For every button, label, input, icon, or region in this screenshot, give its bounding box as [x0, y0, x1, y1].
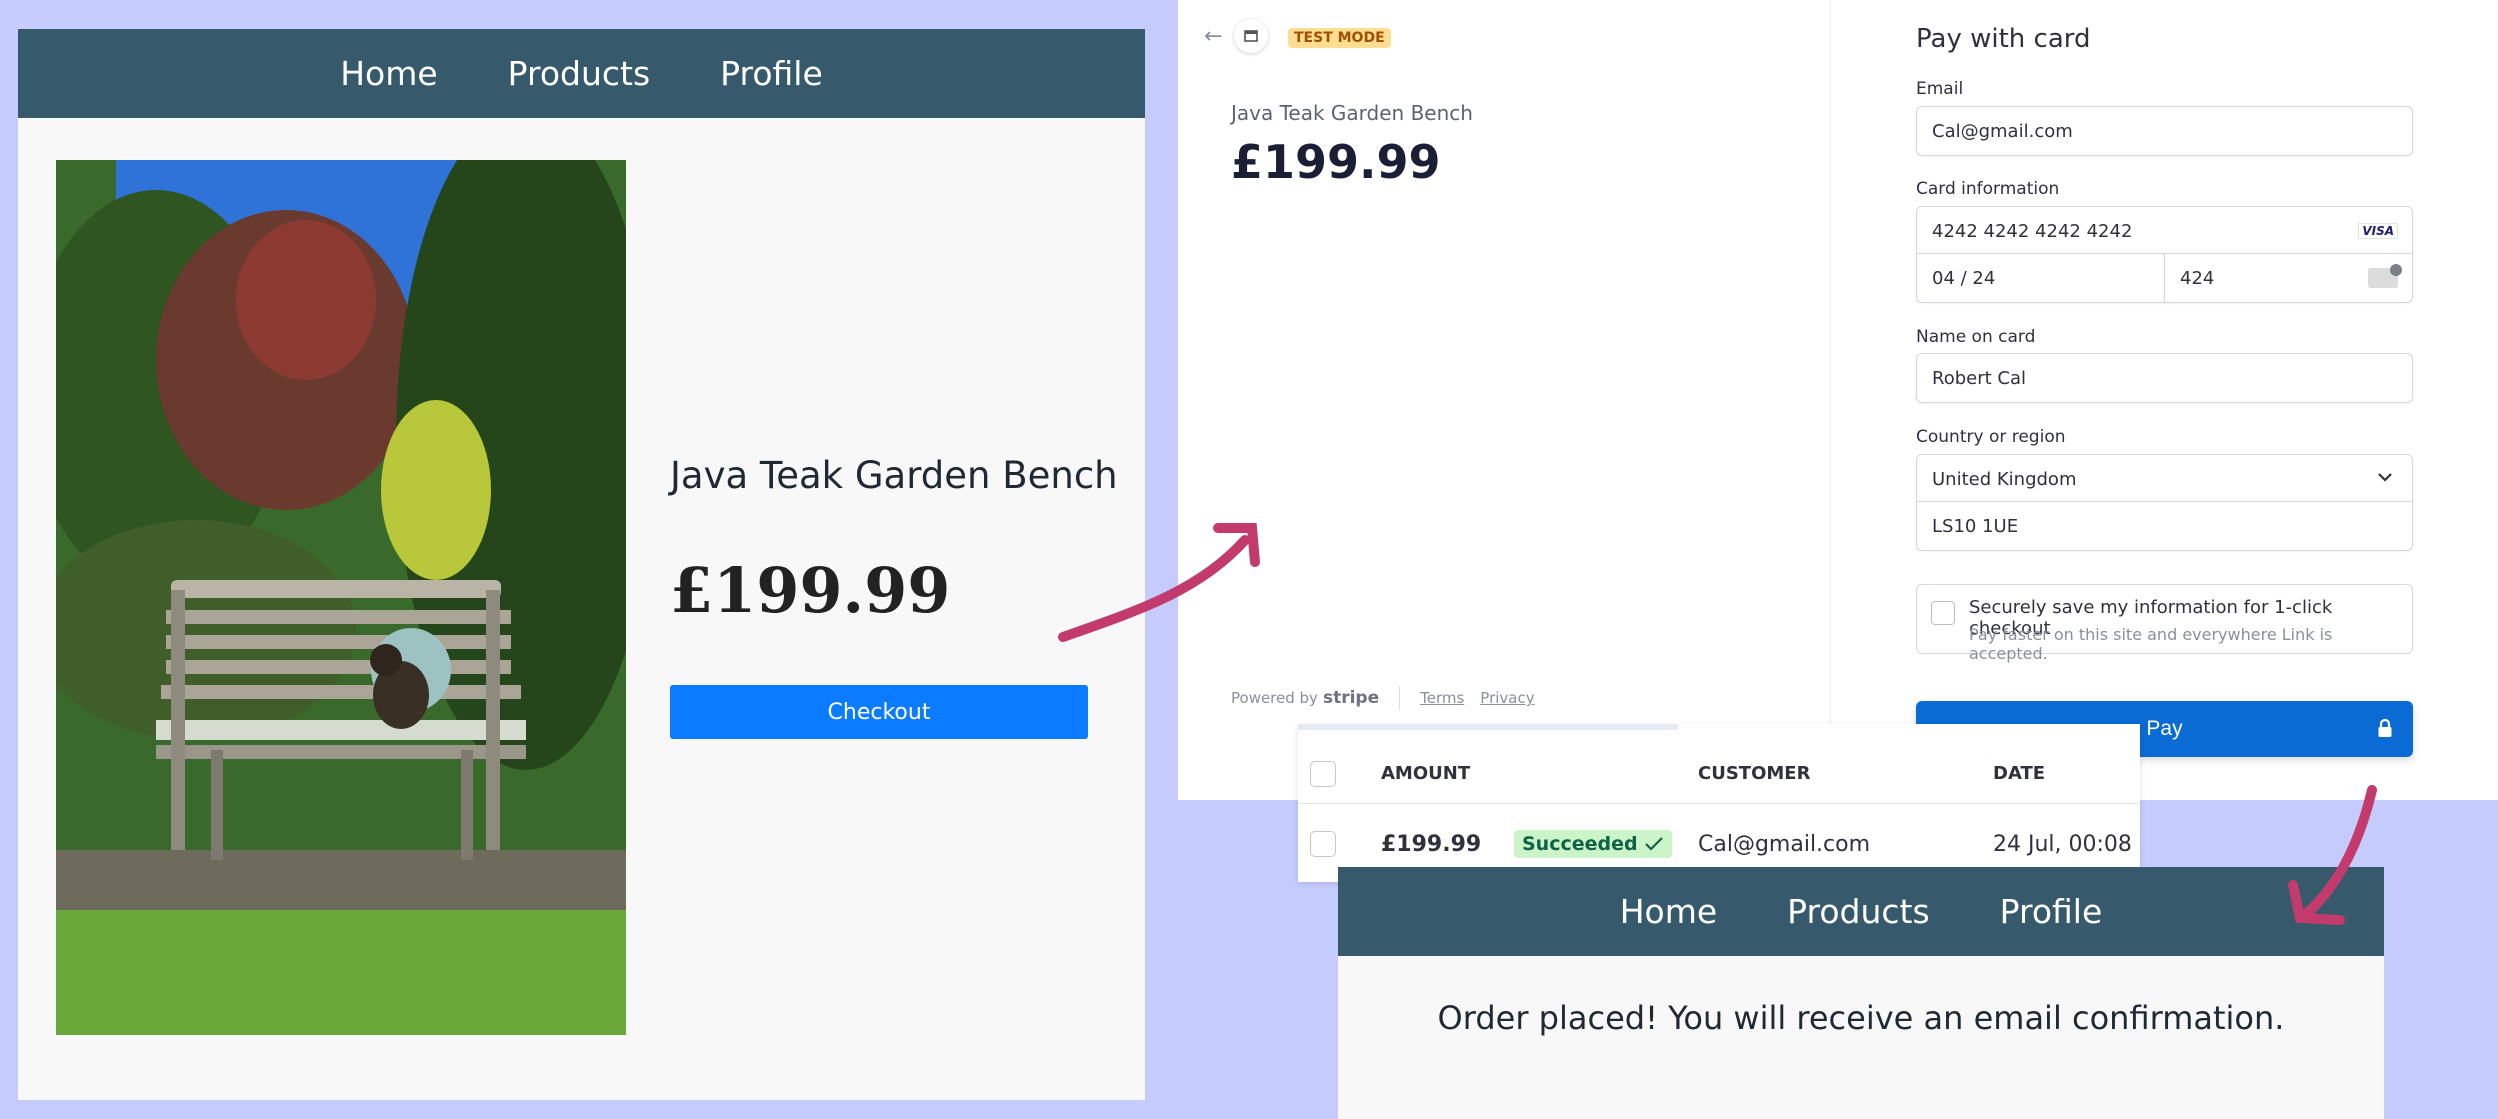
- nav-profile[interactable]: Profile: [720, 54, 823, 93]
- stripe-footer: Powered by stripe Terms Privacy: [1231, 686, 1551, 710]
- visa-icon: VISA: [2358, 223, 2398, 239]
- checkmark-icon: [1644, 837, 1663, 851]
- save-info-sublabel: Pay faster on this site and everywhere L…: [1969, 625, 2333, 663]
- email-field[interactable]: Cal@gmail.com: [1916, 106, 2413, 156]
- country-label: Country or region: [1916, 427, 2066, 447]
- footer-divider: [1399, 686, 1401, 710]
- test-mode-badge: TEST MODE: [1288, 28, 1391, 48]
- column-customer[interactable]: CUSTOMER: [1698, 763, 1810, 784]
- product-price: £199.99: [670, 554, 951, 627]
- card-cvc-value: 424: [2180, 268, 2215, 289]
- lock-icon: [2377, 718, 2393, 744]
- row-customer: Cal@gmail.com: [1698, 831, 1871, 857]
- column-amount[interactable]: AMOUNT: [1381, 763, 1470, 784]
- product-page-panel: Home Products Profile Java Teak Garden B…: [18, 29, 1145, 1100]
- terms-link[interactable]: Terms: [1420, 689, 1464, 707]
- back-arrow-icon[interactable]: ←: [1204, 24, 1222, 49]
- country-value: United Kingdom: [1932, 469, 2077, 490]
- pay-button-label: Pay: [2146, 717, 2183, 740]
- payment-form: Pay with card Email Cal@gmail.com Card i…: [1830, 0, 2498, 800]
- card-number-field[interactable]: 4242 4242 4242 4242 VISA: [1916, 206, 2413, 256]
- card-expiry-field[interactable]: 04 / 24: [1916, 253, 2165, 303]
- privacy-link[interactable]: Privacy: [1480, 689, 1534, 707]
- checkout-button[interactable]: Checkout: [670, 685, 1088, 739]
- top-nav: Home Products Profile: [18, 29, 1145, 118]
- store-icon: [1234, 19, 1268, 53]
- status-text: Succeeded: [1522, 833, 1638, 855]
- select-all-checkbox[interactable]: [1310, 760, 1336, 787]
- status-badge: Succeeded: [1514, 830, 1672, 858]
- nav-home[interactable]: Home: [1620, 892, 1717, 931]
- confirmation-panel: Home Products Profile Order placed! You …: [1338, 867, 2384, 1119]
- card-information-label: Card information: [1916, 179, 2060, 199]
- pay-with-card-heading: Pay with card: [1916, 24, 2091, 54]
- table-row[interactable]: £199.99 Succeeded Cal@gmail.com 24 Jul, …: [1298, 814, 2140, 874]
- row-amount: £199.99: [1381, 831, 1482, 857]
- cvc-card-icon: [2368, 264, 2402, 288]
- card-number-value: 4242 4242 4242 4242: [1932, 221, 2133, 242]
- stripe-checkout-panel: ← TEST MODE Java Teak Garden Bench £199.…: [1178, 0, 2498, 800]
- order-summary: ← TEST MODE Java Teak Garden Bench £199.…: [1178, 0, 1830, 800]
- row-date: 24 Jul, 00:08: [1993, 831, 2132, 857]
- nav-products[interactable]: Products: [1787, 892, 1930, 931]
- powered-by-text: Powered by: [1231, 689, 1318, 707]
- table-header: AMOUNT CUSTOMER DATE: [1298, 744, 2140, 804]
- product-title: Java Teak Garden Bench: [670, 454, 1118, 497]
- name-on-card-label: Name on card: [1916, 327, 2036, 347]
- name-on-card-field[interactable]: Robert Cal: [1916, 353, 2413, 403]
- summary-product-name: Java Teak Garden Bench: [1231, 101, 1473, 125]
- stripe-logo: stripe: [1322, 688, 1380, 708]
- nav-home[interactable]: Home: [340, 54, 437, 93]
- save-info-checkbox[interactable]: [1931, 601, 1955, 625]
- nav-profile[interactable]: Profile: [2000, 892, 2103, 931]
- summary-price: £199.99: [1231, 135, 1441, 189]
- save-info-box: Securely save my information for 1-click…: [1916, 584, 2413, 663]
- product-image: [56, 160, 626, 1035]
- row-checkbox[interactable]: [1310, 831, 1336, 857]
- postal-code-field[interactable]: LS10 1UE: [1916, 501, 2413, 551]
- payments-table: AMOUNT CUSTOMER DATE £199.99 Succeeded C…: [1298, 724, 2140, 882]
- confirmation-nav: Home Products Profile: [1338, 867, 2384, 956]
- order-confirmation-message: Order placed! You will receive an email …: [1437, 999, 2285, 1037]
- chevron-down-icon: [2376, 468, 2394, 491]
- country-select[interactable]: United Kingdom: [1916, 454, 2413, 504]
- email-label: Email: [1916, 79, 1964, 99]
- card-cvc-field[interactable]: 424: [2164, 253, 2413, 303]
- nav-products[interactable]: Products: [508, 54, 651, 93]
- row-status: Succeeded: [1514, 830, 1672, 858]
- column-date[interactable]: DATE: [1993, 763, 2045, 784]
